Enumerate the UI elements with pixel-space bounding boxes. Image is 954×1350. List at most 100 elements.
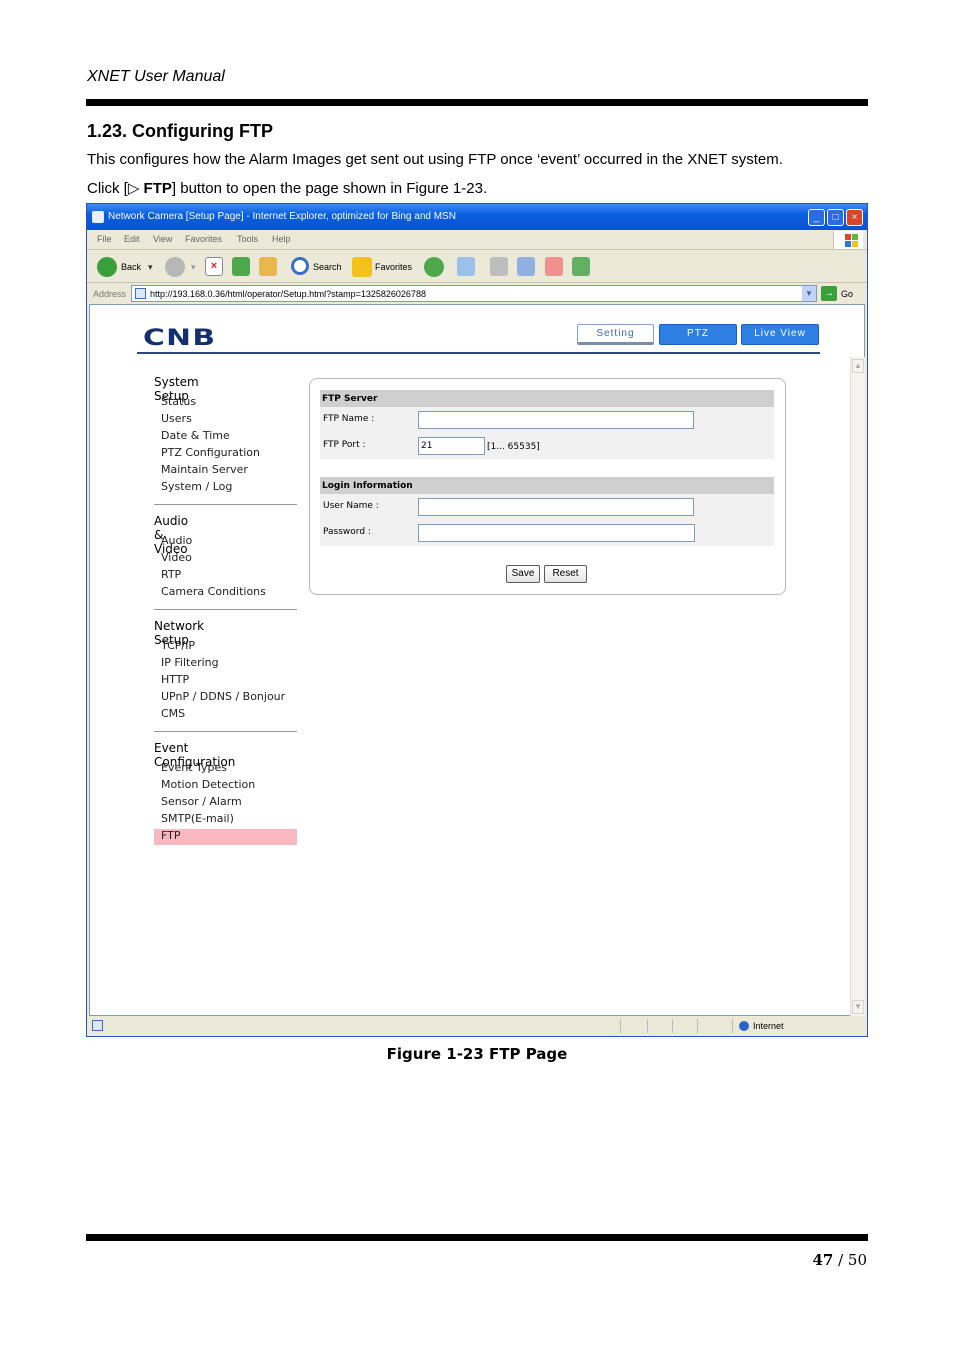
ftp-port-label: FTP Port : <box>323 440 366 450</box>
menu-help[interactable]: Help <box>272 234 291 244</box>
total-pages: 50 <box>847 1251 867 1269</box>
instruction-post: ] button to open the page shown in Figur… <box>171 180 488 197</box>
document-header: XNET User Manual <box>87 68 225 85</box>
sidebar-item-rtp[interactable]: RTP <box>161 568 181 581</box>
password-input[interactable] <box>418 524 695 542</box>
discuss-icon[interactable] <box>545 257 563 276</box>
status-divider <box>697 1019 698 1033</box>
go-button[interactable]: Go <box>841 289 853 299</box>
sidebar-item-sensor-alarm[interactable]: Sensor / Alarm <box>161 795 242 808</box>
sidebar-item-maintain-server[interactable]: Maintain Server <box>161 463 248 476</box>
address-bar: Address http://193.168.0.36/html/operato… <box>87 284 867 304</box>
forward-icon[interactable] <box>165 257 185 277</box>
header-divider <box>137 352 820 354</box>
edit-icon[interactable] <box>517 257 535 276</box>
menu-view[interactable]: View <box>153 234 172 244</box>
sidebar-item-status[interactable]: Status <box>161 395 196 408</box>
ftp-name-label: FTP Name : <box>323 414 375 424</box>
address-input[interactable]: http://193.168.0.36/html/operator/Setup.… <box>131 285 817 302</box>
sidebar-item-event-types[interactable]: Event Types <box>161 761 227 774</box>
sidebar-item-system-log[interactable]: System / Log <box>161 480 232 493</box>
close-button[interactable]: × <box>846 209 863 226</box>
sidebar-item-ip-filtering[interactable]: IP Filtering <box>161 656 219 669</box>
login-information-heading: Login Information <box>320 477 774 494</box>
minimize-button[interactable]: _ <box>808 209 825 226</box>
sidebar-item-cms[interactable]: CMS <box>161 707 185 720</box>
sidebar-item-ptz-configuration[interactable]: PTZ Configuration <box>161 446 260 459</box>
search-icon[interactable] <box>291 257 309 275</box>
back-icon[interactable] <box>97 257 117 277</box>
url-text[interactable]: http://193.168.0.36/html/operator/Setup.… <box>150 289 426 299</box>
user-name-label: User Name : <box>323 501 379 511</box>
sidebar-item-upnp-ddns-bonjour[interactable]: UPnP / DDNS / Bonjour <box>161 690 285 703</box>
search-label[interactable]: Search <box>313 262 342 272</box>
page-status-icon <box>92 1020 103 1031</box>
menu-file[interactable]: File <box>97 234 112 244</box>
instruction-paragraph: Click [▷ FTP] button to open the page sh… <box>87 179 487 197</box>
password-label: Password : <box>323 527 371 537</box>
sidebar-item-ftp[interactable]: FTP <box>154 829 297 845</box>
vertical-scrollbar[interactable]: ▲ ▼ <box>850 357 865 1016</box>
sidebar-item-date-time[interactable]: Date & Time <box>161 429 230 442</box>
intro-paragraph: This configures how the Alarm Images get… <box>87 151 783 168</box>
sidebar-item-users[interactable]: Users <box>161 412 192 425</box>
instruction-pre: Click [▷ <box>87 180 144 197</box>
sidebar-item-video[interactable]: Video <box>161 551 192 564</box>
home-icon[interactable] <box>259 257 277 276</box>
scroll-up-icon[interactable]: ▲ <box>852 359 864 373</box>
scroll-down-icon[interactable]: ▼ <box>852 1000 864 1014</box>
status-divider <box>672 1019 673 1033</box>
go-arrow-icon[interactable]: → <box>821 286 837 301</box>
mail-icon[interactable] <box>457 257 475 276</box>
sidebar-divider <box>154 609 297 610</box>
windows-flag-icon <box>833 231 863 249</box>
status-divider <box>620 1019 621 1033</box>
cnb-logo: CNB <box>143 326 217 351</box>
sidebar-divider <box>154 731 297 732</box>
refresh-icon[interactable] <box>232 257 250 276</box>
menu-favorites[interactable]: Favorites <box>185 234 222 244</box>
page-number: 47 / 50 <box>812 1251 867 1269</box>
ie-icon <box>92 211 104 223</box>
sidebar-item-camera-conditions[interactable]: Camera Conditions <box>161 585 266 598</box>
page-content: CNB Setting PTZ Live View System Setup S… <box>89 304 865 1016</box>
menu-tools[interactable]: Tools <box>237 234 258 244</box>
menu-edit[interactable]: Edit <box>124 234 140 244</box>
internet-zone: Internet <box>753 1021 784 1031</box>
ftp-port-input[interactable]: 21 <box>418 437 485 455</box>
login-section: User Name : Password : <box>320 494 774 546</box>
stop-icon[interactable]: × <box>205 257 223 276</box>
back-dropdown-icon[interactable]: ▾ <box>148 262 153 273</box>
favorites-star-icon[interactable] <box>352 257 372 277</box>
page-separator: / <box>833 1251 848 1269</box>
setting-tab[interactable]: Setting <box>577 324 654 345</box>
current-page: 47 <box>812 1251 834 1269</box>
maximize-button[interactable]: □ <box>827 209 844 226</box>
user-name-input[interactable] <box>418 498 694 516</box>
favorites-label[interactable]: Favorites <box>375 262 412 272</box>
live-view-tab[interactable]: Live View <box>741 324 819 345</box>
sidebar-item-http[interactable]: HTTP <box>161 673 189 686</box>
ptz-tab[interactable]: PTZ <box>659 324 737 345</box>
sidebar-divider <box>154 504 297 505</box>
page-icon <box>135 288 146 299</box>
reset-button[interactable]: Reset <box>544 565 587 583</box>
sidebar-item-motion-detection[interactable]: Motion Detection <box>161 778 255 791</box>
sidebar-item-tcpip[interactable]: TCP/IP <box>161 639 195 652</box>
ftp-settings-panel: FTP Server FTP Name : FTP Port : 21 [1..… <box>309 378 786 595</box>
back-label[interactable]: Back <box>121 262 141 272</box>
address-dropdown-icon[interactable]: ▼ <box>802 286 816 301</box>
status-divider <box>732 1019 733 1033</box>
ftp-name-input[interactable] <box>418 411 694 429</box>
status-divider <box>647 1019 648 1033</box>
toolbar: Back ▾ ▾ × Search Favorites <box>87 251 867 283</box>
messenger-icon[interactable] <box>572 257 590 276</box>
print-icon[interactable] <box>490 257 508 276</box>
footer-rule <box>86 1234 868 1241</box>
forward-dropdown-icon[interactable]: ▾ <box>191 262 196 273</box>
sidebar-item-audio[interactable]: Audio <box>161 534 192 547</box>
history-icon[interactable] <box>424 257 444 277</box>
section-title: 1.23. Configuring FTP <box>87 121 274 141</box>
sidebar-item-smtp[interactable]: SMTP(E-mail) <box>161 812 234 825</box>
save-button[interactable]: Save <box>506 565 540 583</box>
